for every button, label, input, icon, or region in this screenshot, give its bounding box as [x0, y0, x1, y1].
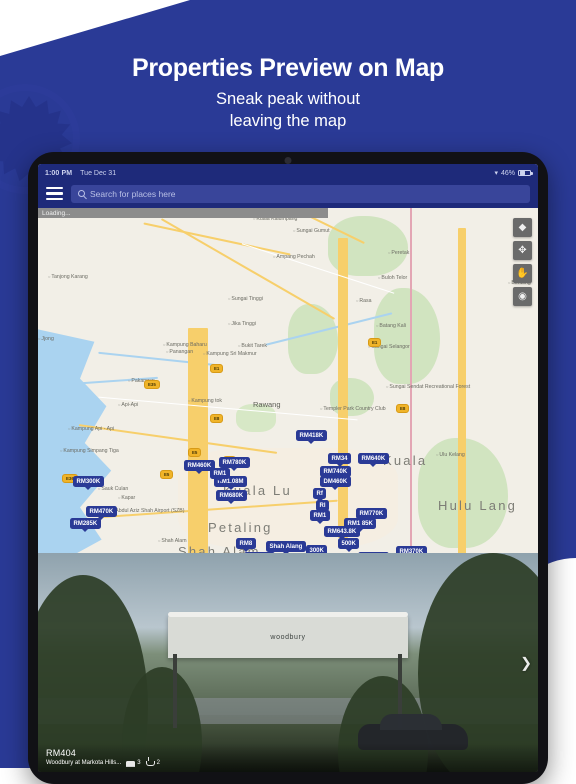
- tablet-device-frame: 1:00 PM Tue Dec 31 ▾ 46% Search for plac…: [28, 152, 548, 784]
- front-camera-icon: [285, 157, 292, 164]
- map-city-label: Hulu Lang: [438, 498, 517, 513]
- hamburger-menu-icon[interactable]: [46, 187, 63, 200]
- map-place-label: Jjong: [38, 336, 54, 342]
- map-place-label: Ulu Kelang: [436, 452, 465, 458]
- property-preview-card[interactable]: woodbury ❯ RM404 Woodbury at Markota Hil…: [38, 553, 538, 772]
- tablet-screen: 1:00 PM Tue Dec 31 ▾ 46% Search for plac…: [38, 164, 538, 772]
- promo-title: Properties Preview on Map: [0, 54, 576, 83]
- layers-icon[interactable]: ◆: [513, 218, 532, 237]
- pan-hand-icon[interactable]: ✋: [513, 264, 532, 283]
- bath-icon: [146, 761, 155, 766]
- app-top-bar: Search for places here: [38, 182, 538, 208]
- map-city-label: Petaling: [208, 520, 273, 535]
- bathrooms-count: 2: [157, 760, 160, 766]
- bed-icon: [126, 761, 135, 766]
- development-signage: woodbury: [270, 634, 305, 641]
- map-place-label: Kampung Simpang Tiga: [60, 448, 119, 454]
- map-price-marker[interactable]: RM470K: [358, 552, 389, 553]
- map-price-marker[interactable]: DM460K: [320, 476, 351, 487]
- map-canvas[interactable]: Loading...: [38, 208, 538, 553]
- map-place-label: Ampang Pechah: [273, 254, 315, 260]
- map-place-label: Kapar: [118, 495, 135, 501]
- map-place-label: Tanjong Karang: [48, 274, 88, 280]
- map-place-label: Batang Kali: [376, 323, 406, 329]
- map-place-label: Buloh Telor: [378, 275, 407, 281]
- highway-shield: E5: [188, 448, 201, 457]
- map-price-marker[interactable]: RM370K: [396, 546, 427, 553]
- promo-subtitle: Sneak peak without leaving the map: [0, 88, 576, 132]
- highway-shield: E5: [160, 470, 173, 479]
- forest-area: [374, 288, 440, 384]
- bedrooms-count: 3: [137, 760, 140, 766]
- promo-subtitle-line2: leaving the map: [0, 110, 576, 132]
- property-meta-row: Woodbury at Markota Hills... 3 2: [46, 760, 530, 766]
- highway-shield: E8: [210, 414, 223, 423]
- highway-shield: E35: [144, 380, 160, 389]
- map-price-marker[interactable]: RM8: [236, 538, 256, 549]
- map-price-marker[interactable]: RM643.8K: [324, 526, 360, 537]
- map-place-label: Templer Park Country Club: [320, 406, 386, 412]
- map-place-label: Bukit Tarek: [238, 343, 267, 349]
- map-price-marker[interactable]: RM418K: [296, 430, 327, 441]
- bedrooms-feature: 3: [126, 760, 140, 766]
- map-price-marker[interactable]: RM680K: [216, 490, 247, 501]
- search-icon: [78, 190, 85, 197]
- map-price-marker[interactable]: 300K: [306, 545, 327, 553]
- map-price-marker[interactable]: RM990K: [244, 552, 275, 553]
- status-indicators: ▾ 46%: [494, 170, 531, 177]
- map-place-label: Jika Tinggi: [228, 321, 256, 327]
- map-place-label: Kampung tok: [188, 398, 222, 404]
- corner-cut-top-left: [0, 0, 190, 56]
- property-name: Woodbury at Markota Hills...: [46, 760, 121, 766]
- map-place-label: Api-Api: [118, 402, 138, 408]
- canopy-roof-edge: [168, 612, 408, 617]
- map-price-marker[interactable]: RM470K: [86, 506, 117, 517]
- map-place-label: Panangan: [166, 349, 193, 355]
- canopy-post: [173, 654, 177, 728]
- map-place-label: Kampung Api - Api: [68, 426, 114, 432]
- map-place-label: Sauk Culan: [98, 486, 128, 492]
- state-border: [410, 208, 412, 553]
- map-price-marker[interactable]: Rf: [313, 488, 326, 499]
- map-city-label: Kuala: [383, 453, 427, 468]
- map-price-marker[interactable]: RM1: [210, 468, 230, 479]
- road: [98, 397, 357, 421]
- battery-icon: [518, 170, 531, 177]
- map-place-label: Sungai Tinggi: [228, 296, 263, 302]
- map-controls: ◆ ✥ ✋ ◉: [513, 218, 532, 306]
- status-date: Tue Dec 31: [80, 170, 116, 177]
- map-town-label: Rawang: [253, 400, 281, 409]
- map-place-label: Kampung Baharu: [163, 342, 207, 348]
- map-place-label: Sungai Gumut: [293, 228, 330, 234]
- my-location-icon[interactable]: ◉: [513, 287, 532, 306]
- battery-percent-label: 46%: [501, 170, 515, 177]
- map-price-marker[interactable]: 500K: [338, 538, 359, 549]
- highway-shield: E1: [210, 364, 223, 373]
- map-place-label: Peretak: [388, 250, 409, 256]
- map-price-marker[interactable]: RM34: [328, 453, 351, 464]
- map-place-label: Rasa: [356, 298, 372, 304]
- map-price-marker[interactable]: RM300K: [73, 476, 104, 487]
- bathrooms-feature: 2: [146, 760, 160, 766]
- search-input[interactable]: Search for places here: [71, 185, 530, 203]
- search-placeholder: Search for places here: [90, 189, 176, 199]
- status-bar: 1:00 PM Tue Dec 31 ▾ 46%: [38, 164, 538, 182]
- map-price-marker[interactable]: RM780K: [219, 457, 250, 468]
- highway: [338, 238, 348, 538]
- map-price-marker[interactable]: RM1: [310, 510, 330, 521]
- map-price-marker[interactable]: RM640K: [358, 453, 389, 464]
- promo-subtitle-line1: Sneak peak without: [0, 88, 576, 110]
- map-price-marker[interactable]: RM285K: [70, 518, 101, 529]
- map-loading-indicator: Loading...: [38, 208, 328, 218]
- property-price: RM404: [46, 748, 530, 758]
- highway-shield: E8: [396, 404, 409, 413]
- wifi-icon: ▾: [494, 170, 498, 177]
- map-place-label: Kampung Sri Makmur: [203, 351, 257, 357]
- status-time: 1:00 PM: [45, 170, 72, 177]
- map-place-label: Sungai Sendat Recreational Forest: [386, 384, 470, 390]
- compass-icon[interactable]: ✥: [513, 241, 532, 260]
- highway-shield: E1: [368, 338, 381, 347]
- carousel-next-icon[interactable]: ❯: [520, 654, 532, 671]
- map-price-marker[interactable]: Shah Alang: [266, 541, 306, 552]
